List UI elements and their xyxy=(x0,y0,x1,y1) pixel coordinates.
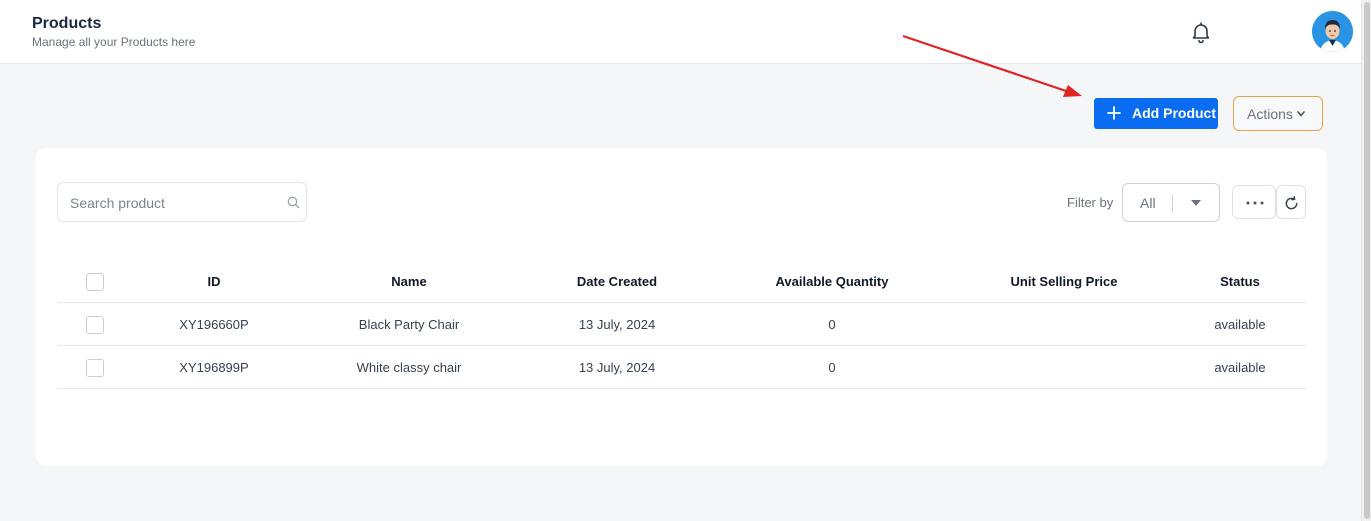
user-avatar[interactable] xyxy=(1312,11,1353,52)
row-checkbox-cell xyxy=(79,346,111,389)
filter-separator xyxy=(1172,194,1173,212)
add-product-label: Add Product xyxy=(1132,105,1216,121)
product-status: available xyxy=(1214,360,1266,375)
page-subtitle: Manage all your Products here xyxy=(32,35,196,49)
column-header-name[interactable]: Name xyxy=(329,260,489,303)
product-status: available xyxy=(1214,317,1266,332)
filter-label: Filter by xyxy=(1067,195,1114,210)
product-id: XY196899P xyxy=(179,360,249,375)
chevron-down-icon xyxy=(1297,111,1305,117)
search-icon[interactable] xyxy=(287,196,300,209)
product-price xyxy=(994,346,1134,389)
filter-select[interactable]: All xyxy=(1122,183,1220,222)
table-header-row: ID Name Date Created Available Quantity … xyxy=(57,260,1306,303)
product-date-created: 13 July, 2024 xyxy=(578,360,656,375)
page-title: Products xyxy=(32,15,102,32)
scrollbar-thumb[interactable] xyxy=(1364,2,1370,519)
filter-selected-value: All xyxy=(1140,195,1156,211)
column-header-date-created[interactable]: Date Created xyxy=(557,260,677,303)
search-box[interactable] xyxy=(57,182,307,222)
search-input[interactable] xyxy=(70,193,270,213)
product-quantity: 0 xyxy=(828,360,836,375)
avatar-illustration xyxy=(1312,11,1353,52)
page-header: Products Manage all your Products here xyxy=(0,0,1361,64)
bell-icon[interactable] xyxy=(1189,20,1213,44)
column-header-status[interactable]: Status xyxy=(1200,260,1280,303)
header-checkbox-cell xyxy=(79,260,111,303)
actions-dropdown[interactable]: Actions xyxy=(1233,96,1323,131)
products-table: ID Name Date Created Available Quantity … xyxy=(57,260,1306,389)
product-date-created: 13 July, 2024 xyxy=(578,317,656,332)
table-row[interactable]: XY196899P White classy chair 13 July, 20… xyxy=(57,346,1306,389)
product-name: Black Party Chair xyxy=(358,317,460,332)
product-name: White classy chair xyxy=(356,360,462,375)
column-header-id[interactable]: ID xyxy=(164,260,264,303)
row-checkbox[interactable] xyxy=(86,315,104,334)
page-scrollbar[interactable] xyxy=(1361,0,1371,521)
more-horizontal-icon xyxy=(1246,201,1264,205)
select-all-checkbox[interactable] xyxy=(86,272,104,291)
more-options-button[interactable] xyxy=(1232,185,1276,219)
refresh-icon xyxy=(1285,196,1298,210)
caret-down-icon xyxy=(1191,200,1201,206)
row-checkbox-cell xyxy=(79,303,111,346)
product-quantity: 0 xyxy=(828,317,836,332)
annotation-arrow xyxy=(902,34,1082,97)
column-header-available-quantity[interactable]: Available Quantity xyxy=(757,260,907,303)
row-checkbox[interactable] xyxy=(86,358,104,377)
column-header-unit-selling-price[interactable]: Unit Selling Price xyxy=(994,260,1134,303)
actions-label: Actions xyxy=(1247,106,1293,122)
refresh-button[interactable] xyxy=(1276,185,1306,219)
product-price xyxy=(994,303,1134,346)
table-row[interactable]: XY196660P Black Party Chair 13 July, 202… xyxy=(57,303,1306,346)
products-card: Filter by All ID Name Date Created Avail… xyxy=(36,148,1327,466)
product-id: XY196660P xyxy=(179,317,249,332)
plus-icon xyxy=(1107,106,1121,120)
add-product-button[interactable]: Add Product xyxy=(1094,98,1218,129)
